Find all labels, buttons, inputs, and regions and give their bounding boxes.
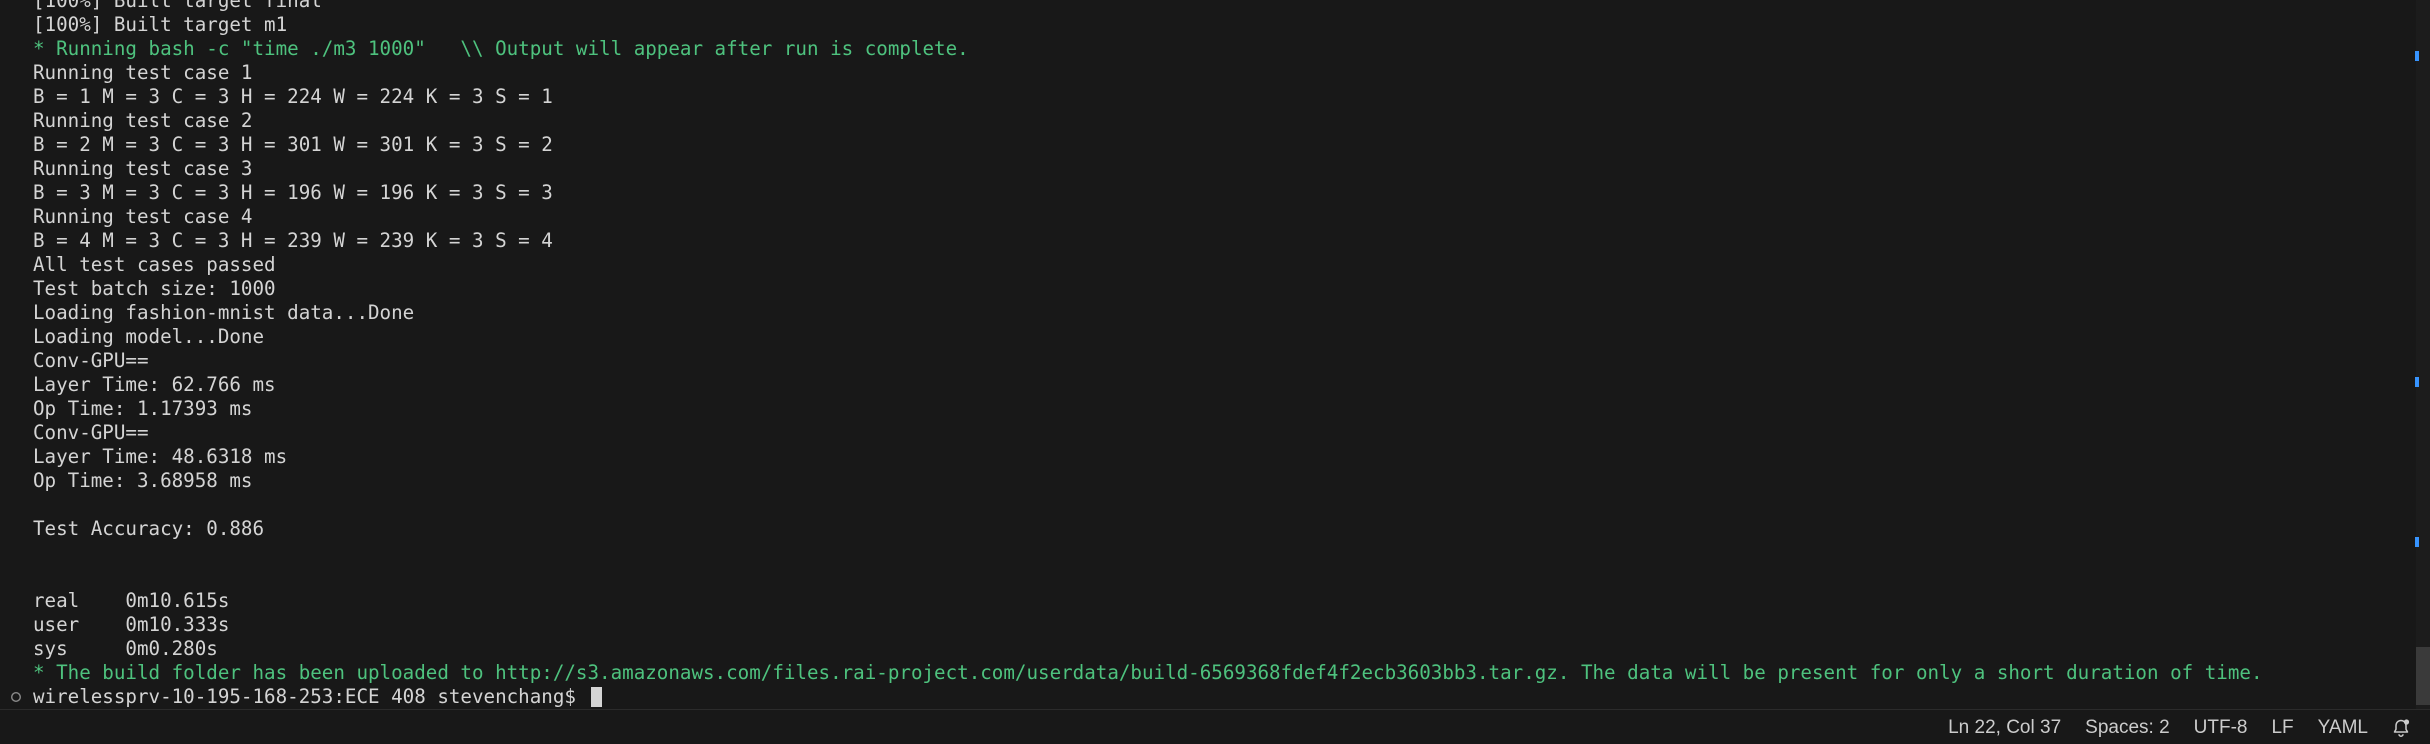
terminal-line: Test Accuracy: 0.886 — [33, 517, 265, 540]
terminal-panel[interactable]: [100%] Built target final [100%] Built ta… — [0, 0, 2430, 709]
overview-ruler-mark — [2415, 377, 2419, 387]
terminal-line: * The build folder has been uploaded to … — [33, 661, 2263, 684]
terminal-line: real 0m10.615s — [33, 589, 230, 612]
terminal-line: Op Time: 1.17393 ms — [33, 397, 253, 420]
terminal-line: B = 4 M = 3 C = 3 H = 239 W = 239 K = 3 … — [33, 229, 553, 252]
overview-ruler-mark — [2415, 537, 2419, 547]
terminal-scrollbar[interactable] — [2415, 0, 2430, 709]
terminal-output: [100%] Built target final [100%] Built ta… — [10, 0, 2403, 709]
status-bar: Ln 22, Col 37 Spaces: 2 UTF-8 LF YAML — [0, 709, 2430, 744]
terminal-line: B = 1 M = 3 C = 3 H = 224 W = 224 K = 3 … — [33, 85, 553, 108]
terminal-line: Running test case 1 — [33, 61, 253, 84]
overview-ruler-mark — [2415, 51, 2419, 61]
terminal-line: * Running bash -c "time ./m3 1000" \\ Ou… — [33, 37, 969, 60]
terminal-line: [100%] Built target m1 — [33, 13, 288, 36]
bell-icon[interactable] — [2390, 717, 2412, 739]
language-mode-item[interactable]: YAML — [2318, 717, 2368, 739]
terminal-line: Loading model...Done — [33, 325, 265, 348]
terminal-line: B = 2 M = 3 C = 3 H = 301 W = 301 K = 3 … — [33, 133, 553, 156]
terminal-line: All test cases passed — [33, 253, 276, 276]
circle-outline-icon[interactable] — [10, 685, 22, 709]
terminal-line: Layer Time: 48.6318 ms — [33, 445, 288, 468]
scrollbar-thumb[interactable] — [2416, 647, 2430, 705]
shell-prompt: wirelessprv-10-195-168-253:ECE 408 steve… — [33, 685, 588, 708]
terminal-line: Layer Time: 62.766 ms — [33, 373, 276, 396]
terminal-line: Conv-GPU== — [33, 349, 149, 372]
terminal-line: Test batch size: 1000 — [33, 277, 276, 300]
terminal-line: Loading fashion-mnist data...Done — [33, 301, 415, 324]
terminal-line: user 0m10.333s — [33, 613, 230, 636]
indentation-item[interactable]: Spaces: 2 — [2085, 717, 2170, 739]
terminal-line: Running test case 3 — [33, 157, 253, 180]
terminal-line: sys 0m0.280s — [33, 637, 218, 660]
cursor-position-item[interactable]: Ln 22, Col 37 — [1948, 717, 2061, 739]
terminal-line: [100%] Built target final — [33, 0, 322, 12]
terminal-line: B = 3 M = 3 C = 3 H = 196 W = 196 K = 3 … — [33, 181, 553, 204]
terminal-line: Op Time: 3.68958 ms — [33, 469, 253, 492]
encoding-item[interactable]: UTF-8 — [2194, 717, 2248, 739]
terminal-cursor — [590, 687, 602, 707]
terminal-line: Running test case 4 — [33, 205, 253, 228]
terminal-line: Running test case 2 — [33, 109, 253, 132]
status-bar-right: Ln 22, Col 37 Spaces: 2 UTF-8 LF YAML — [1924, 710, 2412, 744]
terminal-line: Conv-GPU== — [33, 421, 149, 444]
prompt-line[interactable]: wirelessprv-10-195-168-253:ECE 408 steve… — [10, 685, 2403, 709]
line-ending-item[interactable]: LF — [2271, 717, 2293, 739]
